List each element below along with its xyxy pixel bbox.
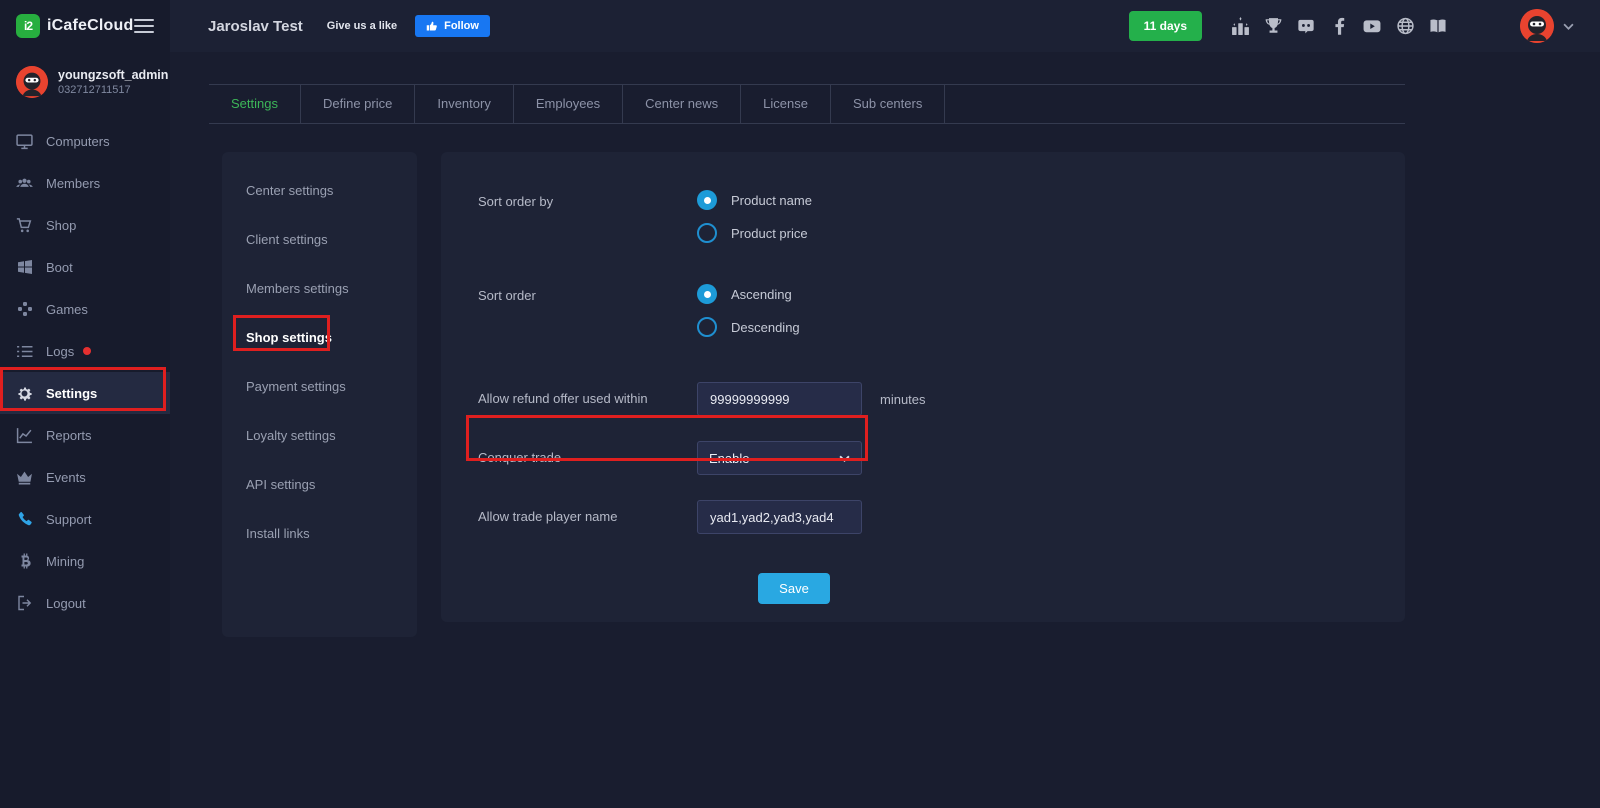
gamepad-icon — [16, 301, 33, 318]
chevron-down-icon — [1563, 23, 1574, 30]
youtube-icon[interactable] — [1362, 16, 1382, 36]
conquer-trade-row: Conquer trade Enable — [478, 441, 1405, 475]
sidebar-item-games[interactable]: Games — [0, 288, 170, 330]
user-avatar-icon — [1520, 9, 1554, 43]
cart-icon — [16, 217, 33, 234]
conquer-trade-select[interactable]: Enable — [697, 441, 862, 475]
logout-icon — [16, 595, 33, 612]
sidebar-item-logout[interactable]: Logout — [0, 582, 170, 624]
settings-nav-api[interactable]: API settings — [222, 460, 417, 509]
chart-icon — [16, 427, 33, 444]
sidebar-item-boot[interactable]: Boot — [0, 246, 170, 288]
sidebar-avatar-icon — [16, 66, 48, 98]
settings-nav-client[interactable]: Client settings — [222, 215, 417, 264]
refund-label: Allow refund offer used within — [478, 382, 697, 416]
ranking-icon[interactable] — [1230, 16, 1250, 36]
discord-icon[interactable] — [1296, 16, 1316, 36]
conquer-trade-label: Conquer trade — [478, 441, 697, 475]
sidebar-item-events[interactable]: Events — [0, 456, 170, 498]
trade-players-label: Allow trade player name — [478, 500, 697, 534]
sidebar-user-name: youngzsoft_admin — [58, 68, 168, 84]
tab-settings[interactable]: Settings — [209, 85, 301, 123]
logs-notification-dot — [83, 347, 91, 355]
sort-order-by-row: Sort order by Product name Product price — [478, 190, 1405, 256]
thumbs-up-icon — [426, 20, 438, 32]
follow-label: Follow — [444, 20, 479, 32]
members-icon — [16, 175, 33, 192]
facebook-follow-button[interactable]: Follow — [415, 15, 490, 37]
sort-order-row: Sort order Ascending Descending — [478, 284, 1405, 350]
refund-minutes-input[interactable] — [697, 382, 862, 416]
monitor-icon — [16, 133, 33, 150]
list-icon — [16, 343, 33, 360]
docs-book-icon[interactable] — [1428, 16, 1448, 36]
settings-section-nav: Center settings Client settings Members … — [222, 152, 417, 637]
sidebar-item-members[interactable]: Members — [0, 162, 170, 204]
center-name: Jaroslav Test — [208, 18, 303, 35]
settings-nav-shop[interactable]: Shop settings — [222, 313, 417, 362]
sidebar-nav: Computers Members Shop Boot Games Logs — [0, 120, 170, 624]
header-icon-row — [1230, 16, 1448, 36]
license-days-badge[interactable]: 11 days — [1129, 11, 1202, 41]
brand-logo[interactable]: i2 iCafeCloud — [16, 14, 133, 38]
radio-product-name[interactable] — [697, 190, 717, 210]
sidebar: youngzsoft_admin 032712711517 Computers … — [0, 52, 170, 808]
sidebar-item-shop[interactable]: Shop — [0, 204, 170, 246]
sidebar-item-mining[interactable]: Mining — [0, 540, 170, 582]
refund-row: Allow refund offer used within minutes — [478, 382, 1405, 416]
shop-settings-panel: Sort order by Product name Product price… — [441, 152, 1405, 622]
trade-players-row: Allow trade player name — [478, 500, 1405, 534]
crown-icon — [16, 469, 33, 486]
sidebar-item-support[interactable]: Support — [0, 498, 170, 540]
header-main: Jaroslav Test Give us a like Follow 11 d… — [170, 0, 1600, 52]
radio-product-price[interactable] — [697, 223, 717, 243]
sidebar-item-logs[interactable]: Logs — [0, 330, 170, 372]
chevron-down-icon — [839, 455, 850, 462]
facebook-icon[interactable] — [1329, 16, 1349, 36]
tab-license[interactable]: License — [741, 85, 831, 123]
sidebar-user-id: 032712711517 — [58, 84, 168, 96]
sidebar-user-block: youngzsoft_admin 032712711517 — [0, 52, 170, 110]
sidebar-item-reports[interactable]: Reports — [0, 414, 170, 456]
settings-nav-payment[interactable]: Payment settings — [222, 362, 417, 411]
user-menu[interactable] — [1520, 9, 1574, 43]
trophy-icon[interactable] — [1263, 16, 1283, 36]
tab-center-news[interactable]: Center news — [623, 85, 741, 123]
sort-order-by-label: Sort order by — [478, 190, 697, 256]
gear-icon — [16, 385, 33, 402]
tab-employees[interactable]: Employees — [514, 85, 623, 123]
trade-players-input[interactable] — [697, 500, 862, 534]
bitcoin-icon — [16, 553, 33, 570]
radio-descending[interactable] — [697, 317, 717, 337]
brand-logo-icon: i2 — [16, 14, 40, 38]
header-brand-zone: i2 iCafeCloud — [0, 0, 170, 52]
give-us-a-like-label: Give us a like — [327, 20, 397, 32]
settings-nav-center[interactable]: Center settings — [222, 166, 417, 215]
brand-name: iCafeCloud — [47, 17, 133, 35]
refund-suffix: minutes — [880, 392, 926, 407]
settings-nav-install[interactable]: Install links — [222, 509, 417, 558]
main-content: Settings Define price Inventory Employee… — [170, 52, 1600, 808]
globe-icon[interactable] — [1395, 16, 1415, 36]
tab-sub-centers[interactable]: Sub centers — [831, 85, 945, 123]
app-root: i2 iCafeCloud Jaroslav Test Give us a li… — [0, 0, 1600, 808]
sort-order-label: Sort order — [478, 284, 697, 350]
sidebar-item-settings[interactable]: Settings — [0, 372, 170, 414]
save-button[interactable]: Save — [758, 573, 830, 604]
hamburger-menu-icon[interactable] — [134, 15, 154, 37]
settings-nav-loyalty[interactable]: Loyalty settings — [222, 411, 417, 460]
phone-icon — [16, 511, 33, 528]
tab-define-price[interactable]: Define price — [301, 85, 415, 123]
radio-ascending[interactable] — [697, 284, 717, 304]
sidebar-item-computers[interactable]: Computers — [0, 120, 170, 162]
tab-bar: Settings Define price Inventory Employee… — [209, 84, 1405, 124]
windows-icon — [16, 259, 33, 276]
tab-inventory[interactable]: Inventory — [415, 85, 513, 123]
settings-nav-members[interactable]: Members settings — [222, 264, 417, 313]
top-header: i2 iCafeCloud Jaroslav Test Give us a li… — [0, 0, 1600, 52]
